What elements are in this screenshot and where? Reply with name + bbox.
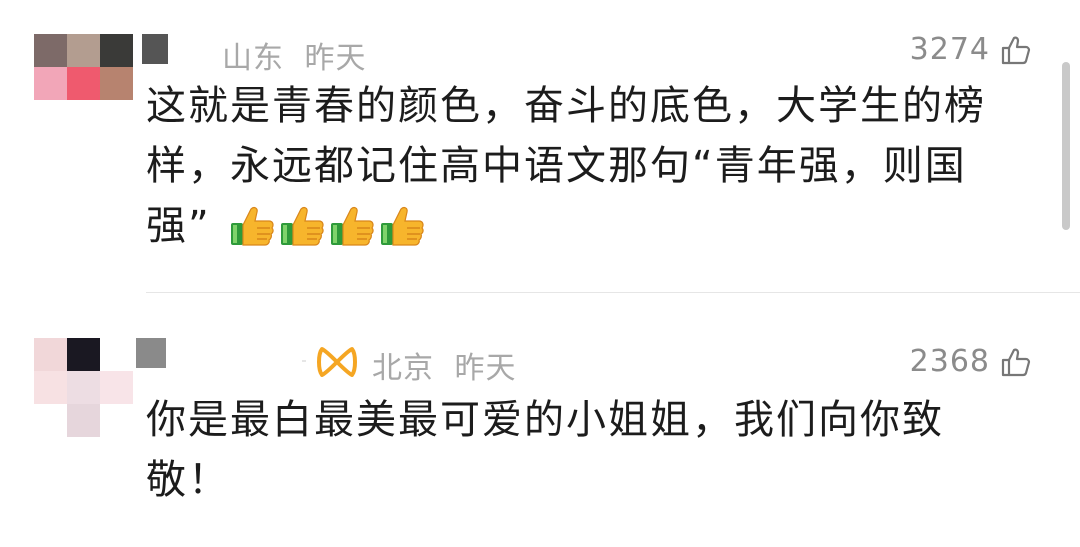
avatar-pixel (34, 371, 67, 404)
avatar-pixel (67, 338, 100, 371)
avatar-pixel (100, 338, 133, 371)
comment-item: 北京 昨天 2368 你是最白最美最可爱的小姐姐，我们向你致敬！ (0, 0, 1080, 547)
time-label: 昨天 (454, 351, 517, 386)
avatar-pixel (100, 404, 133, 437)
comment-meta: 北京 昨天 (372, 343, 517, 387)
like-button[interactable]: 2368 (910, 344, 1032, 379)
avatar-pixel (67, 371, 100, 404)
location-label: 北京 (372, 351, 434, 386)
avatar[interactable] (34, 338, 133, 437)
avatar-pixel (67, 404, 100, 437)
like-count: 2368 (909, 344, 990, 379)
scrollbar[interactable] (1062, 62, 1070, 230)
comment-list: 山东 昨天 3274 这就是青春的颜色，奋斗的底色，大学生的榜样，永远都记住高中… (0, 0, 1080, 547)
separator-dot (302, 360, 306, 362)
avatar-pixel (34, 404, 67, 437)
comment-body: 你是最白最美最可爱的小姐姐，我们向你致敬！ (146, 397, 944, 503)
thumbs-up-icon[interactable] (1000, 346, 1032, 378)
comment-text: 你是最白最美最可爱的小姐姐，我们向你致敬！ (146, 390, 1016, 510)
avatar-pixel (34, 338, 67, 371)
orange-ribbon-icon (317, 347, 357, 377)
avatar-pixel (100, 371, 133, 404)
username-redacted[interactable] (136, 338, 166, 368)
